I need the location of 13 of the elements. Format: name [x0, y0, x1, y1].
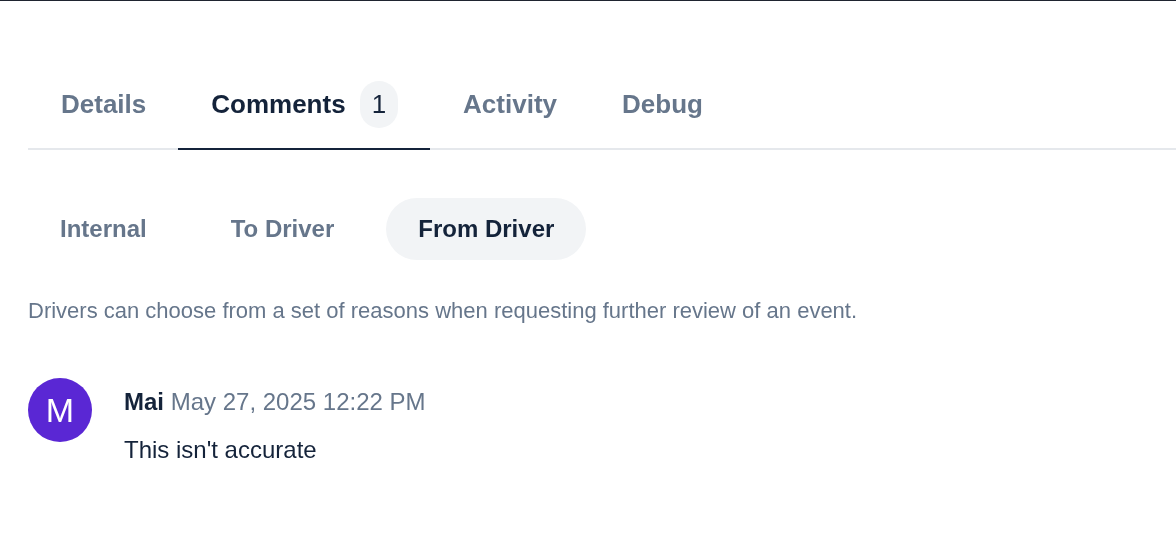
- tab[interactable]: Details: [28, 60, 179, 150]
- count-badge: 1: [359, 80, 399, 128]
- tab[interactable]: Comments 1: [178, 60, 431, 150]
- comment-time: May 27, 2025 12:22 PM: [170, 388, 426, 415]
- filter-tab[interactable]: From Driver: [386, 198, 587, 260]
- filter-tab[interactable]: Internal: [28, 198, 179, 260]
- comment-text: This isn't accurate: [124, 436, 318, 464]
- author-name: Mai: [124, 388, 164, 415]
- description-text: Drivers can choose from a set of reasons when requesting further review of an event.: [28, 298, 859, 324]
- avatar: M: [28, 378, 92, 442]
- tab[interactable]: Debug: [589, 60, 735, 150]
- filter-tab[interactable]: To Driver: [198, 198, 367, 260]
- tab[interactable]: Activity: [430, 60, 589, 150]
